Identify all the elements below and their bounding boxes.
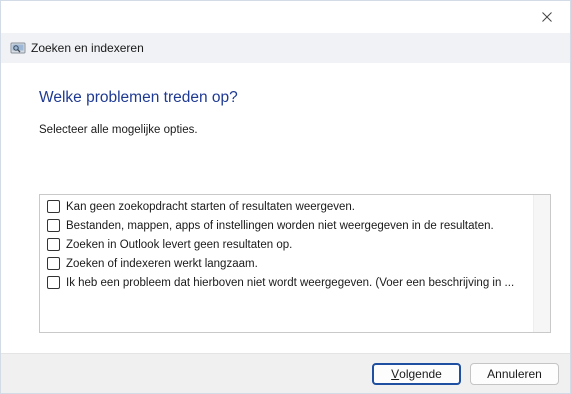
instruction-text: Selecteer alle mogelijke opties.: [39, 124, 198, 136]
search-indexing-icon: [10, 42, 26, 54]
problem-option[interactable]: Zoeken of indexeren werkt langzaam.: [40, 254, 533, 273]
troubleshooter-window: Zoeken en indexeren Welke problemen tred…: [0, 0, 571, 394]
close-button[interactable]: [524, 1, 570, 33]
title-bar: [1, 1, 570, 33]
cancel-button[interactable]: Annuleren: [470, 363, 559, 385]
close-icon: [542, 12, 552, 22]
wizard-footer: Volgende Annuleren: [1, 353, 570, 393]
next-button-access-key: V: [391, 367, 400, 381]
problem-option-label: Kan geen zoekopdracht starten of resulta…: [66, 200, 355, 213]
problem-option[interactable]: Zoeken in Outlook levert geen resultaten…: [40, 235, 533, 254]
problem-option[interactable]: Bestanden, mappen, apps of instellingen …: [40, 216, 533, 235]
problem-option-label: Zoeken in Outlook levert geen resultaten…: [66, 238, 293, 251]
problem-option[interactable]: Kan geen zoekopdracht starten of resulta…: [40, 197, 533, 216]
checkbox[interactable]: [47, 219, 60, 232]
window-title: Zoeken en indexeren: [31, 41, 144, 55]
checkbox[interactable]: [47, 276, 60, 289]
list-scrollbar[interactable]: [533, 195, 550, 332]
problem-option-label: Ik heb een probleem dat hierboven niet w…: [66, 276, 515, 289]
next-button[interactable]: Volgende: [372, 363, 461, 385]
problem-options-list[interactable]: Kan geen zoekopdracht starten of resulta…: [39, 194, 551, 333]
checkbox[interactable]: [47, 238, 60, 251]
problem-option-label: Zoeken of indexeren werkt langzaam.: [66, 257, 258, 270]
checkbox[interactable]: [47, 200, 60, 213]
checkbox[interactable]: [47, 257, 60, 270]
page-heading: Welke problemen treden op?: [39, 89, 238, 106]
options-container: Kan geen zoekopdracht starten of resulta…: [40, 195, 533, 292]
wizard-content: Welke problemen treden op? Selecteer all…: [1, 63, 570, 353]
next-button-label: olgende: [399, 367, 442, 381]
problem-option[interactable]: Ik heb een probleem dat hierboven niet w…: [40, 273, 533, 292]
problem-option-label: Bestanden, mappen, apps of instellingen …: [66, 219, 494, 232]
wizard-header: Zoeken en indexeren: [1, 33, 570, 63]
